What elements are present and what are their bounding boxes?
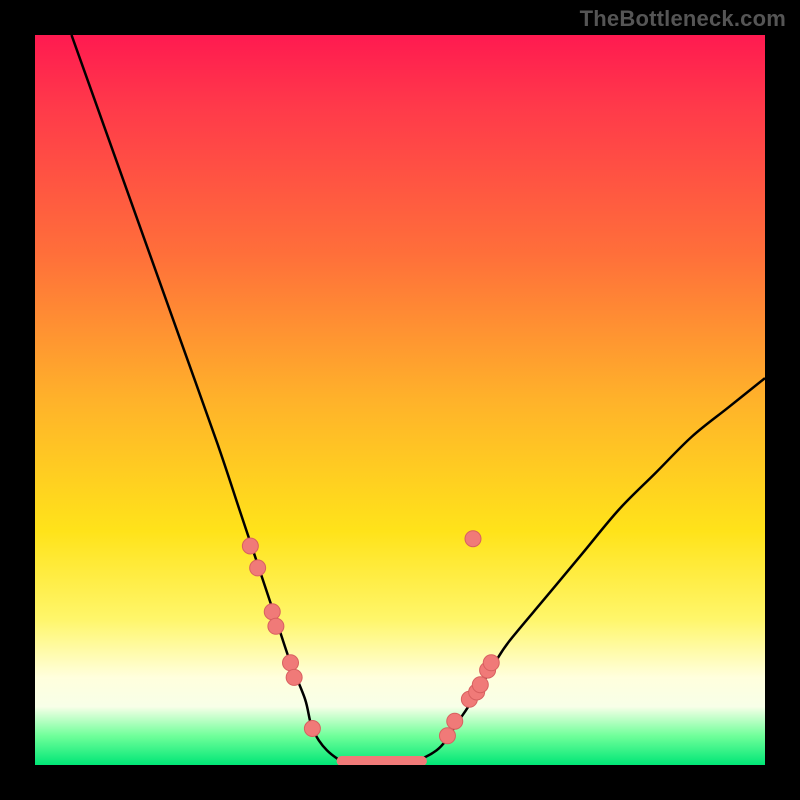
data-marker (472, 677, 488, 693)
data-marker (250, 560, 266, 576)
data-marker (286, 669, 302, 685)
data-marker (242, 538, 258, 554)
data-marker (439, 728, 455, 744)
watermark-text: TheBottleneck.com (580, 6, 786, 32)
plot-area (35, 35, 765, 765)
data-marker (304, 721, 320, 737)
data-marker (483, 655, 499, 671)
data-marker (283, 655, 299, 671)
data-marker (268, 618, 284, 634)
bottleneck-curve (72, 35, 766, 765)
chart-frame: TheBottleneck.com (0, 0, 800, 800)
data-marker (465, 531, 481, 547)
chart-overlay (35, 35, 765, 765)
data-marker (264, 604, 280, 620)
data-marker (447, 713, 463, 729)
